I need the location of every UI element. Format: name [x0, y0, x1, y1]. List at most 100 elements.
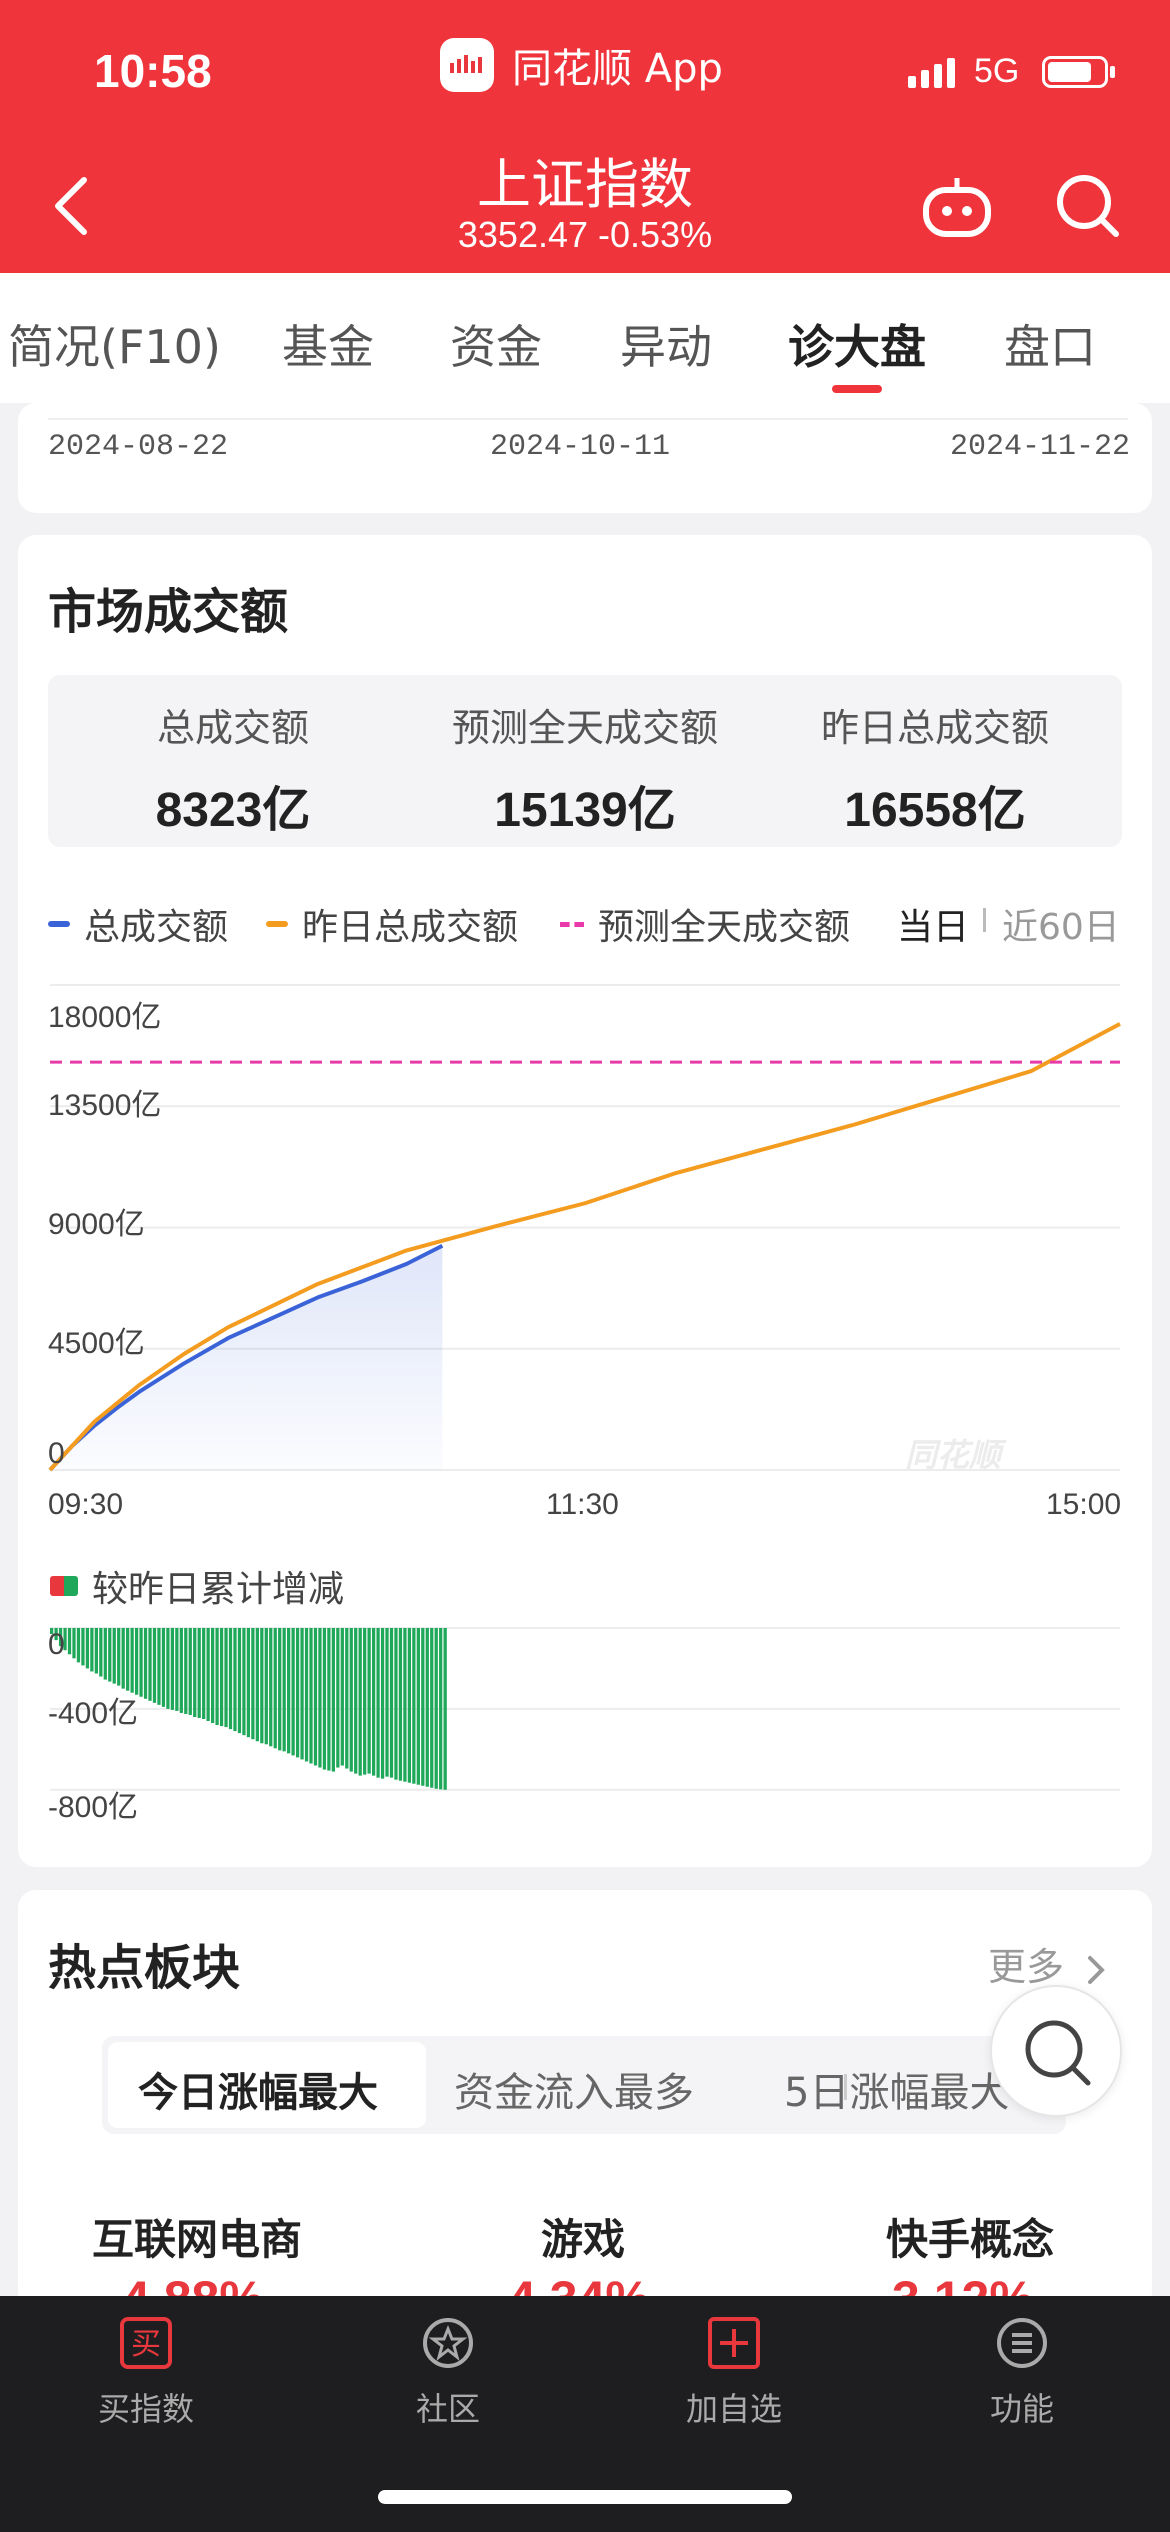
diff-bar — [403, 1628, 407, 1782]
tab-f10[interactable]: 简况(F10) — [8, 311, 221, 377]
cumulative-diff-bar-chart — [50, 1627, 1120, 1791]
segment-5day-gainers[interactable]: 5日涨幅最大 — [784, 2060, 1009, 2118]
section-title: 热点板块 — [48, 1940, 241, 1996]
diff-bar — [130, 1628, 134, 1693]
floating-search-button[interactable] — [990, 1985, 1122, 2117]
diff-bar — [94, 1628, 98, 1674]
diff-bar — [90, 1628, 94, 1672]
svg-text:买: 买 — [131, 2327, 161, 2362]
diff-bar — [81, 1628, 85, 1666]
stat-forecast: 预测全天成交额 15139亿 — [415, 697, 755, 840]
app-badge[interactable]: 同花顺 App — [440, 36, 723, 94]
diff-bar — [197, 1628, 201, 1718]
assistant-button[interactable] — [920, 176, 994, 240]
diff-bar — [134, 1628, 139, 1695]
legend-yesterday: 昨日总成交额 — [266, 898, 518, 950]
chevron-right-icon — [1088, 1955, 1105, 1984]
diff-bar — [184, 1628, 188, 1714]
tab-market-diagnosis[interactable]: 诊大盘 — [788, 311, 926, 377]
community-button[interactable]: 社区 — [358, 2316, 538, 2430]
legend-swatch — [560, 921, 584, 927]
home-indicator — [378, 2490, 792, 2504]
diff-bar — [152, 1628, 157, 1703]
diff-bar — [103, 1628, 107, 1680]
add-watchlist-button[interactable]: 加自选 — [644, 2316, 824, 2430]
page-title: 上证指数 — [477, 153, 693, 216]
diff-bar — [287, 1628, 291, 1754]
diff-bar — [318, 1628, 322, 1768]
diff-bar — [434, 1628, 438, 1789]
diff-bar — [242, 1628, 246, 1736]
menu-icon — [995, 2316, 1049, 2370]
tab-movement[interactable]: 异动 — [620, 311, 712, 377]
diff-bar — [255, 1628, 259, 1742]
search-icon — [1057, 175, 1119, 237]
index-quote: 3352.47 -0.53% — [457, 214, 713, 255]
bottom-label: 买指数 — [97, 2390, 194, 2428]
range-60d-toggle[interactable]: 近60日 — [1002, 898, 1120, 950]
diff-bar — [340, 1628, 344, 1766]
diff-bar — [246, 1628, 251, 1738]
stat-value: 15139亿 — [494, 784, 676, 837]
search-button[interactable] — [1052, 170, 1122, 240]
diff-bar — [282, 1628, 286, 1752]
tab-fund[interactable]: 基金 — [282, 311, 374, 377]
y-tick-label: -400亿 — [48, 1697, 139, 1730]
diff-bar — [412, 1628, 416, 1784]
diff-bar — [398, 1628, 403, 1781]
cumulative-diff-legend: 较昨日累计增减 — [50, 1560, 344, 1612]
diff-bar — [416, 1628, 420, 1785]
tab-capital[interactable]: 资金 — [450, 311, 542, 377]
range-today-toggle[interactable]: 当日 — [897, 898, 969, 950]
bottom-label: 功能 — [989, 2390, 1054, 2428]
legend-label: 预测全天成交额 — [598, 907, 851, 948]
diff-bar — [175, 1628, 179, 1711]
diff-bar — [260, 1628, 264, 1744]
app-header: 10:58 同花顺 App 5G 上证指数 3352.47 -0.53% — [0, 0, 1170, 273]
legend-swatch — [266, 921, 288, 927]
robot-icon — [923, 178, 991, 237]
community-icon — [421, 2316, 475, 2370]
stat-label: 昨日总成交额 — [820, 706, 1049, 750]
diff-bar — [380, 1628, 385, 1779]
y-tick-label: 0 — [48, 1437, 65, 1470]
date-label: 2024-10-11 — [490, 430, 671, 464]
y-tick-label: 18000亿 — [48, 1001, 162, 1034]
diff-bar — [371, 1628, 376, 1776]
diff-bar — [331, 1628, 336, 1772]
diff-bar — [322, 1628, 327, 1770]
search-icon — [1025, 2020, 1091, 2086]
diff-bar — [363, 1628, 367, 1775]
y-tick-label: 13500亿 — [48, 1089, 162, 1122]
sector-name[interactable]: 互联网电商 — [92, 2206, 302, 2267]
diff-bar — [304, 1628, 309, 1762]
diff-bar — [264, 1628, 268, 1745]
functions-button[interactable]: 功能 — [932, 2316, 1112, 2430]
diff-bar — [210, 1628, 215, 1724]
diff-bar — [354, 1628, 358, 1774]
network-type: 5G — [974, 52, 1020, 90]
sector-name[interactable]: 游戏 — [541, 2206, 625, 2267]
diff-bar — [206, 1628, 210, 1722]
legend-label: 昨日总成交额 — [302, 907, 519, 948]
stat-value: 8323亿 — [155, 784, 311, 837]
turnover-stats: 总成交额 8323亿 预测全天成交额 15139亿 昨日总成交额 16558亿 — [48, 675, 1122, 847]
sector-name[interactable]: 快手概念 — [886, 2206, 1054, 2267]
diff-bar — [99, 1628, 103, 1677]
segment-top-gainers[interactable]: 今日涨幅最大 — [138, 2060, 378, 2118]
battery-cap — [1110, 66, 1115, 78]
tab-orderbook[interactable]: 盘口 — [1004, 311, 1096, 377]
buy-index-button[interactable]: 买 买指数 — [56, 2316, 236, 2430]
diff-bar — [117, 1628, 121, 1686]
stat-yesterday: 昨日总成交额 16558亿 — [765, 697, 1105, 840]
signal-icon — [908, 58, 955, 88]
diff-bar — [108, 1628, 112, 1682]
more-link[interactable]: 更多 — [988, 1936, 1108, 1991]
diff-bar — [112, 1628, 116, 1684]
app-logo-icon — [440, 38, 494, 92]
red-green-icon — [50, 1576, 78, 1596]
range-separator — [983, 908, 986, 932]
diff-bar — [389, 1628, 394, 1778]
watermark: 同花顺 — [905, 1436, 1002, 1474]
segment-top-inflow[interactable]: 资金流入最多 — [454, 2060, 694, 2118]
